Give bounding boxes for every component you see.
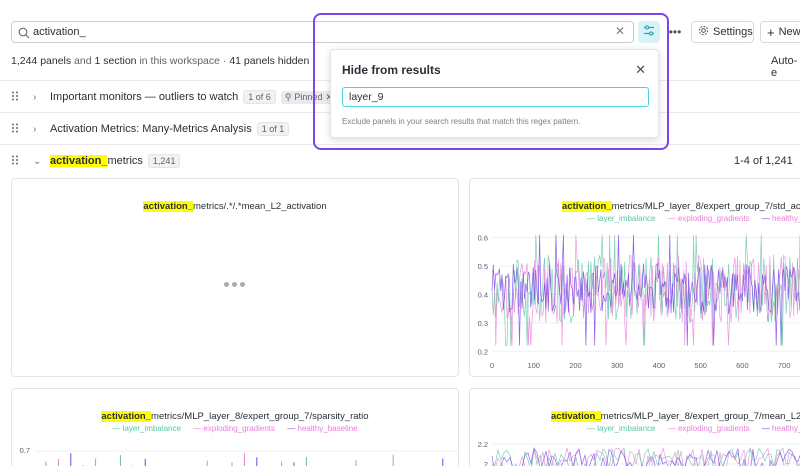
gear-icon	[698, 25, 709, 39]
section-title-text: Activation Metrics: Many-Metrics Analysi…	[50, 123, 252, 135]
new-label: New	[778, 26, 800, 38]
settings-label: Settings	[713, 26, 753, 38]
chevron-right-icon[interactable]: ›	[33, 124, 36, 135]
section-title-text: Important monitors — outliers to watch	[50, 91, 239, 103]
search-highlight: activation_	[50, 155, 108, 167]
popover-help-text: Exclude panels in your search results th…	[342, 117, 581, 126]
series-line	[491, 447, 800, 466]
hidden-count: 41 panels hidden	[229, 55, 310, 67]
y-tick-label: 0.6	[478, 234, 488, 243]
section-count: 1 section	[94, 55, 137, 67]
settings-button[interactable]: Settings	[691, 21, 754, 43]
new-button[interactable]: + New	[760, 21, 800, 43]
bar-chart: 0.7	[20, 446, 458, 466]
chart-panel[interactable]: activation_metrics/MLP_layer_8/expert_gr…	[11, 388, 459, 466]
section-title-rest: metrics	[107, 155, 143, 167]
section-title-text: activation_metrics	[50, 155, 143, 167]
x-tick-label: 500	[694, 361, 707, 370]
chevron-right-icon[interactable]: ›	[33, 92, 36, 103]
section-count-badge: 1 of 1	[256, 122, 290, 136]
y-tick-label: 0.5	[478, 262, 488, 271]
section-title: Activation Metrics: Many-Metrics Analysi…	[50, 122, 290, 136]
series-line-healthy_baseline	[491, 234, 800, 346]
pagination-range: 1-4 of 1,241	[734, 155, 793, 167]
section-row-activation-metrics-expanded[interactable]: ⌄ activation_metrics 1,241 1-4 of 1,241	[0, 150, 800, 172]
panel-count: 1,244 panels	[11, 55, 72, 67]
pin-icon: ⚲	[284, 91, 292, 102]
y-tick-label: 0.7	[20, 446, 30, 455]
section-count-badge: 1,241	[147, 154, 181, 168]
workspace-summary: 1,244 panels and 1 section in this works…	[11, 55, 309, 67]
ellipsis-icon: •••	[668, 25, 682, 39]
y-tick-label: 0.4	[478, 290, 488, 299]
section-title: Important monitors — outliers to watch 1…	[50, 90, 337, 104]
x-tick-label: 0	[490, 361, 494, 370]
x-tick-label: 400	[653, 361, 666, 370]
popover-title: Hide from results	[342, 63, 441, 77]
section-count-badge: 1 of 6	[243, 90, 276, 104]
x-tick-label: 300	[611, 361, 624, 370]
panel-title: activation_metrics/.*/.*mean_L2_activati…	[12, 201, 458, 212]
chevron-down-icon[interactable]: ⌄	[33, 156, 41, 167]
y-tick-label: 0.2	[478, 347, 488, 356]
auto-layout-label[interactable]: Auto-e	[771, 55, 800, 79]
section-title: activation_metrics 1,241	[50, 154, 181, 168]
search-highlight: activation_	[143, 201, 194, 212]
x-tick-label: 200	[569, 361, 582, 370]
search-icon	[18, 26, 30, 44]
loading-indicator	[224, 282, 245, 287]
line-chart: 0.2 0.3 0.4 0.5 0.6 0 100 200 300 400 500 600 700	[478, 234, 800, 370]
y-tick-label: 2	[484, 460, 488, 466]
x-tick-label: 700	[778, 361, 791, 370]
summary-rest: in this workspace ·	[136, 55, 230, 67]
series-line-layer_imbalance	[491, 234, 800, 346]
line-chart: 2.22	[478, 440, 800, 466]
drag-handle-icon[interactable]	[11, 123, 19, 136]
close-icon[interactable]: ✕	[635, 62, 646, 78]
drag-handle-icon[interactable]	[11, 155, 19, 168]
panel-title-rest: metrics/.*/.*mean_L2_activation	[193, 201, 327, 212]
y-tick-label: 2.2	[478, 440, 488, 449]
chart-panel[interactable]: activation_metrics/MLP_layer_8/expert_gr…	[469, 178, 800, 377]
regex-filter-input[interactable]	[342, 87, 649, 107]
x-tick-label: 100	[527, 361, 540, 370]
drag-handle-icon[interactable]	[11, 91, 19, 104]
y-tick-label: 0.3	[478, 319, 488, 328]
hide-from-results-popover: Hide from results ✕ Exclude panels in yo…	[330, 49, 659, 138]
workspace-page: ✕ ••• Settings + New 1,244 panels and 1 …	[0, 0, 800, 466]
x-tick-label: 600	[736, 361, 749, 370]
summary-and: and	[71, 55, 95, 67]
chart-panel[interactable]: activation_metrics/MLP_layer_8/expert_gr…	[469, 388, 800, 466]
plus-icon: +	[767, 24, 775, 40]
chart-panel[interactable]: activation_metrics/.*/.*mean_L2_activati…	[11, 178, 459, 377]
series-line-exploding_gradients	[491, 234, 800, 346]
